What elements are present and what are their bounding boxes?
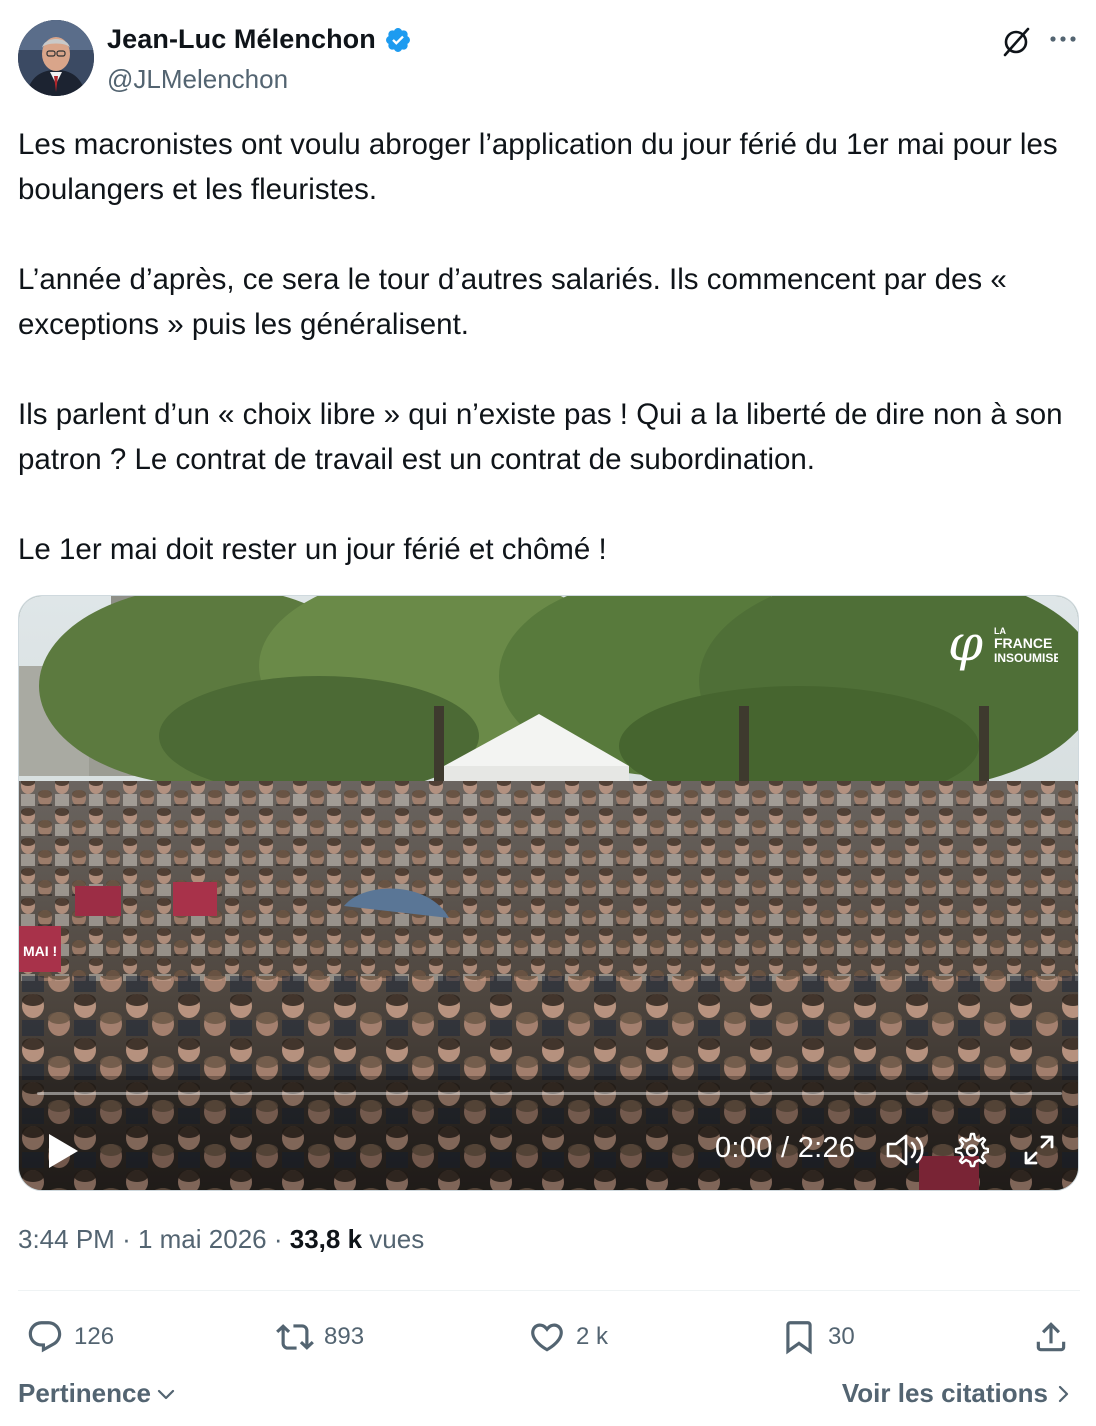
reply-count: 126 <box>74 1323 115 1350</box>
bookmark-count: 30 <box>828 1323 855 1350</box>
views-label: vues <box>369 1224 425 1254</box>
reply-icon <box>28 1321 62 1353</box>
bookmark-icon <box>786 1321 812 1355</box>
repost-count: 893 <box>324 1323 365 1350</box>
repost-button[interactable]: 893 <box>276 1312 364 1362</box>
reply-button[interactable]: 126 <box>26 1312 114 1362</box>
tweet-paragraph: Le 1er mai doit rester un jour férié et … <box>18 533 607 566</box>
avatar[interactable] <box>18 20 94 96</box>
bookmark-button[interactable]: 30 <box>780 1312 855 1362</box>
divider <box>18 1290 1080 1291</box>
svg-text:φ: φ <box>948 614 983 672</box>
video-frame: MAI ! <box>19 596 1078 1190</box>
view-quotes-link[interactable]: Voir les citations <box>842 1378 1074 1409</box>
tweet-text: Les macronistes ont voulu abroger l’appl… <box>18 122 1082 572</box>
name-row: Jean-Luc Mélenchon <box>107 24 412 55</box>
tweet-paragraph: Les macronistes ont voulu abroger l’appl… <box>18 128 1058 206</box>
tweet-date[interactable]: 1 mai 2026 <box>138 1224 267 1254</box>
chevron-down-icon <box>157 1389 175 1399</box>
tweet-header: Jean-Luc Mélenchon @JLMelenchon <box>18 20 1080 98</box>
like-button[interactable]: 2 k <box>528 1312 608 1362</box>
tweet-paragraph: Ils parlent d’un « choix libre » qui n’e… <box>18 398 1063 476</box>
video-time: 0:00 / 2:26 <box>715 1132 856 1164</box>
sort-label: Pertinence <box>18 1378 151 1408</box>
share-icon <box>1036 1322 1066 1352</box>
protest-sign-text: MAI ! <box>23 943 57 959</box>
verified-badge-icon <box>385 27 410 52</box>
video-progress-bar[interactable] <box>37 1092 1062 1095</box>
play-icon[interactable] <box>45 1131 81 1171</box>
chevron-right-icon <box>1058 1385 1069 1402</box>
like-count: 2 k <box>576 1323 609 1350</box>
more-icon[interactable] <box>1046 22 1080 56</box>
views-count: 33,8 k <box>289 1224 363 1254</box>
tweet-meta: 3:44 PM · 1 mai 2026 · 33,8 k vues <box>18 1224 424 1255</box>
fullscreen-icon[interactable] <box>1022 1133 1056 1167</box>
tweet-time[interactable]: 3:44 PM <box>18 1224 115 1254</box>
quotes-label: Voir les citations <box>841 1378 1048 1408</box>
heart-icon <box>531 1323 563 1352</box>
repost-icon <box>276 1324 314 1350</box>
meta-separator: · <box>273 1224 283 1254</box>
tweet-paragraph: L’année d’après, ce sera le tour d’autre… <box>18 263 1007 341</box>
handle[interactable]: @JLMelenchon <box>107 64 288 95</box>
grok-icon[interactable] <box>998 24 1034 60</box>
video-player[interactable]: MAI ! φ LA FRANCE INSOUMISE 0:00 / 2:26 <box>18 595 1079 1191</box>
display-name[interactable]: Jean-Luc Mélenchon <box>107 24 376 55</box>
la-france-insoumise-logo: φ LA FRANCE INSOUMISE <box>948 614 1058 672</box>
action-bar: 126 893 2 k 30 <box>18 1312 1080 1362</box>
sort-replies-button[interactable]: Pertinence <box>18 1378 177 1409</box>
meta-separator: · <box>122 1224 131 1254</box>
share-button[interactable] <box>1032 1312 1070 1362</box>
svg-text:INSOUMISE: INSOUMISE <box>994 651 1058 665</box>
volume-icon[interactable] <box>885 1132 925 1168</box>
settings-icon[interactable] <box>953 1132 989 1168</box>
svg-text:FRANCE: FRANCE <box>994 635 1052 651</box>
